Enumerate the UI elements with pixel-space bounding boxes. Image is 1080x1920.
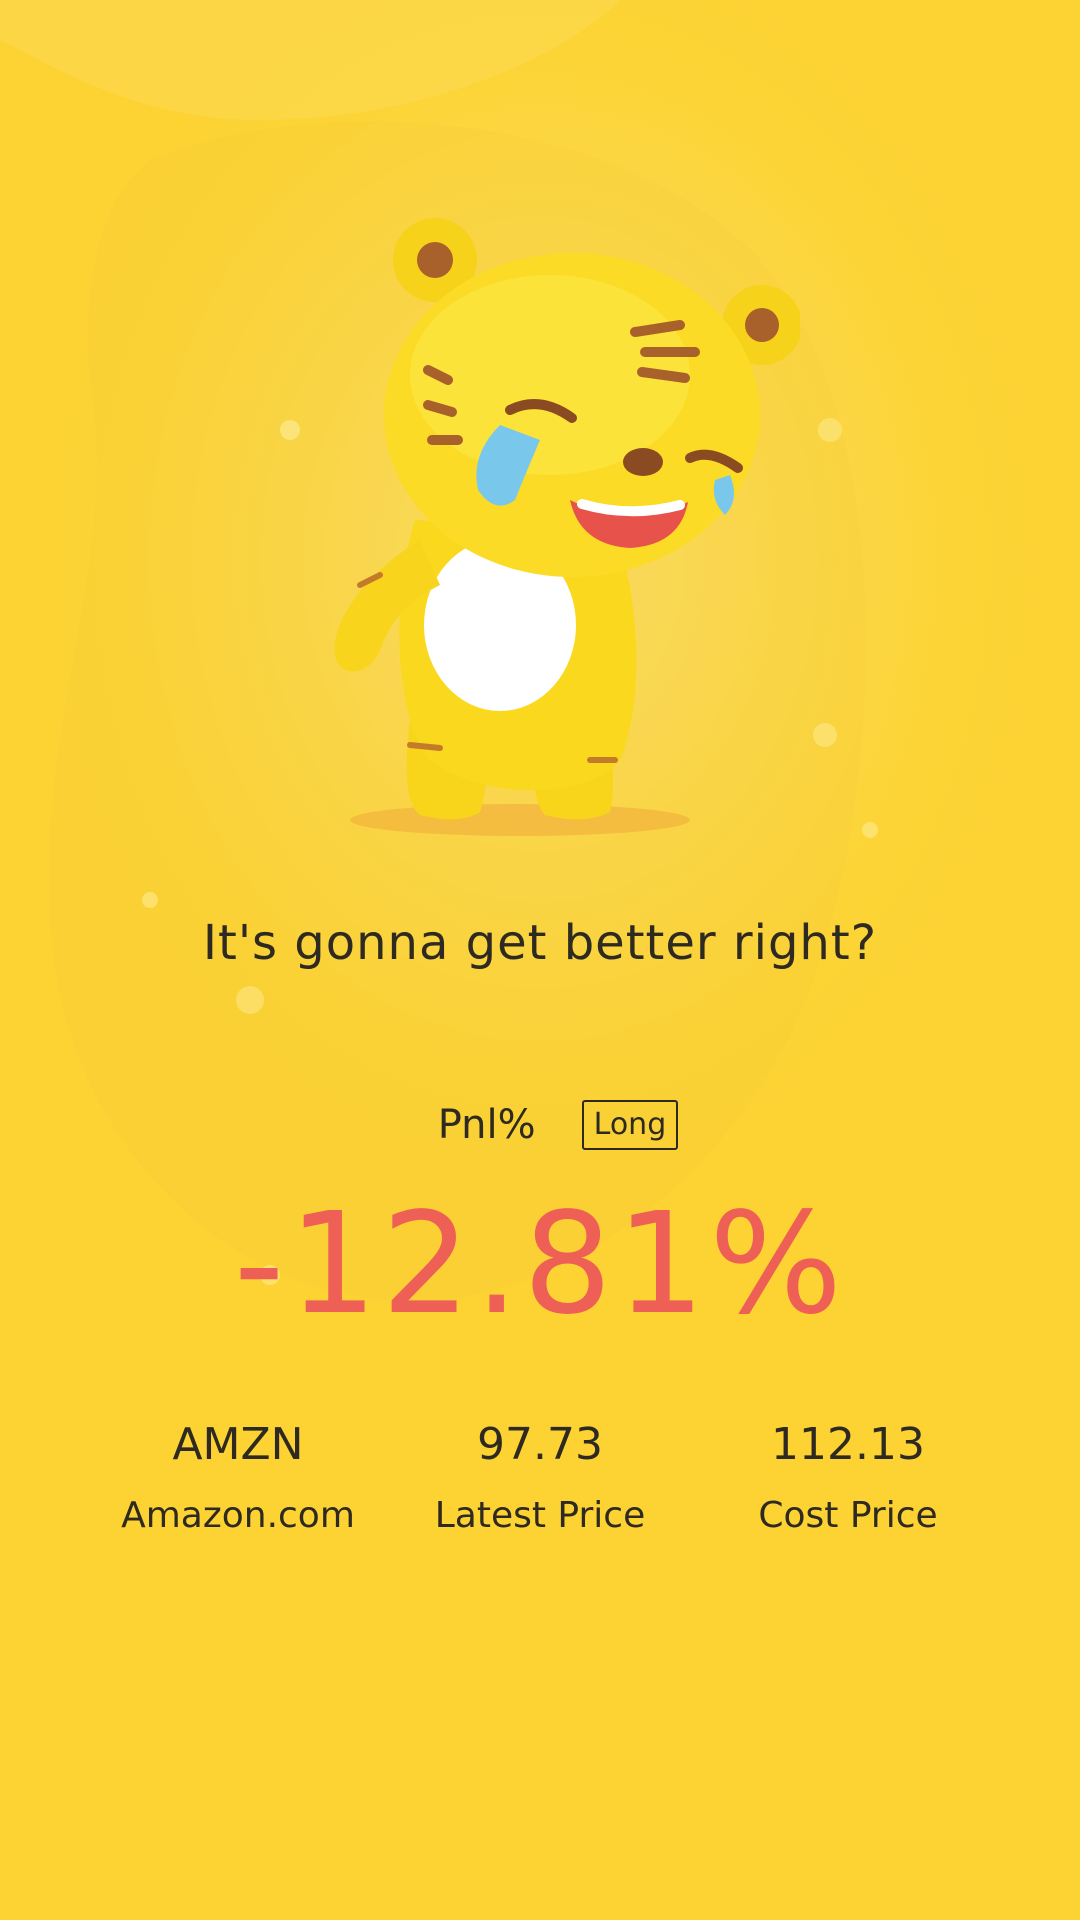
stock-info: AMZN Amazon.com bbox=[78, 1415, 398, 1541]
pnl-header: Pnl% Long bbox=[0, 1100, 1080, 1150]
position-stats: AMZN Amazon.com 97.73 Latest Price 112.1… bbox=[0, 1415, 1080, 1555]
pnl-label: Pnl% bbox=[437, 1102, 536, 1148]
pnl-percentage-value: -12.81% bbox=[233, 1183, 847, 1346]
stock-symbol: AMZN bbox=[172, 1419, 304, 1470]
latest-price-info: 97.73 Latest Price bbox=[380, 1415, 700, 1541]
latest-price-value: 97.73 bbox=[477, 1419, 603, 1470]
company-name: Amazon.com bbox=[121, 1495, 355, 1536]
crying-tiger-mascot-icon bbox=[334, 218, 800, 836]
encouragement-message: It's gonna get better right? bbox=[202, 915, 878, 971]
latest-price-label: Latest Price bbox=[434, 1495, 646, 1536]
position-direction-badge: Long bbox=[581, 1100, 679, 1150]
cost-price-label: Cost Price bbox=[758, 1495, 938, 1536]
cost-price-value: 112.13 bbox=[771, 1419, 925, 1470]
cost-price-info: 112.13 Cost Price bbox=[688, 1415, 1008, 1541]
